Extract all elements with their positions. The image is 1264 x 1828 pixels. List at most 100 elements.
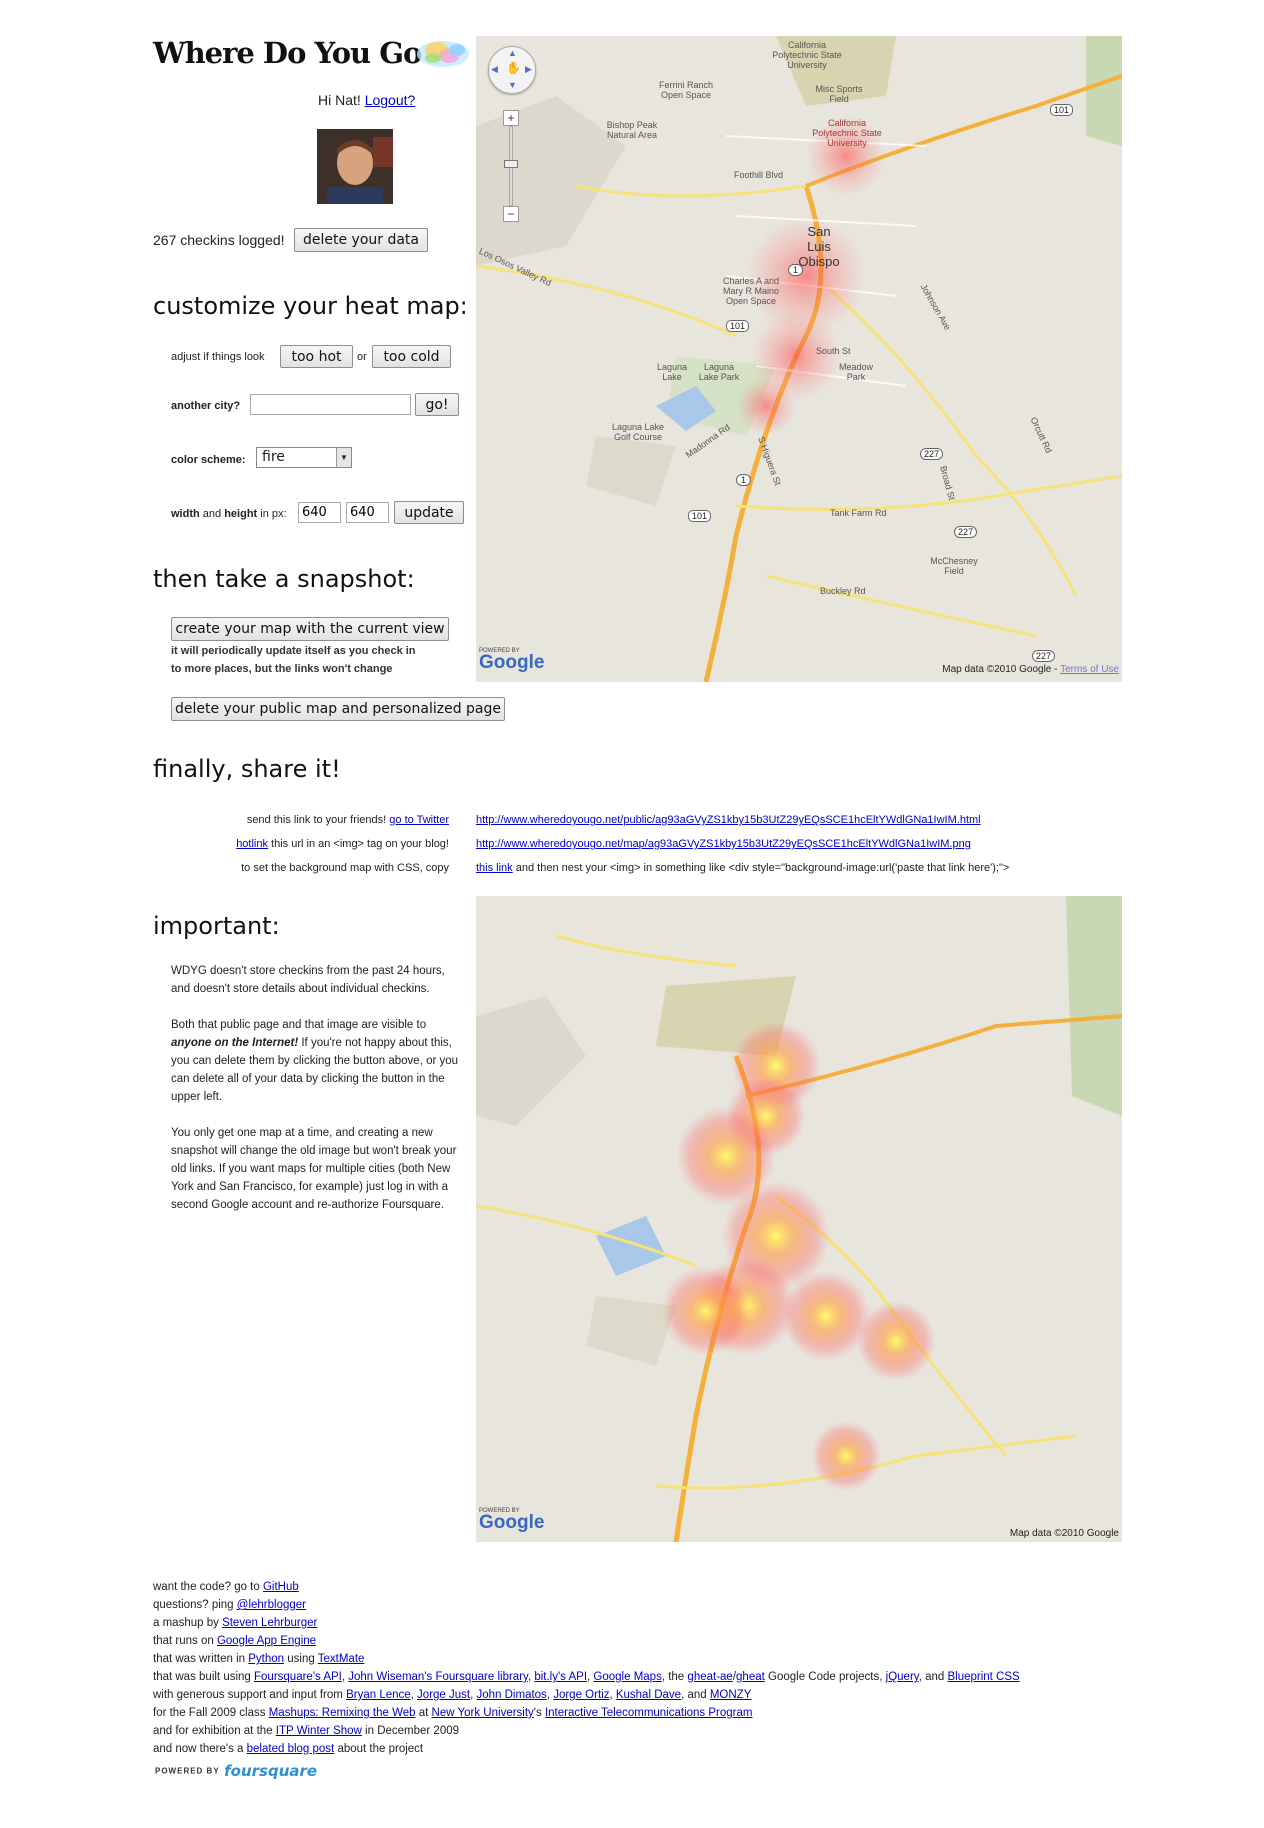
thanks-link-3[interactable]: John Dimatos <box>477 1689 547 1701</box>
snapshot-google-wordmark: Google <box>479 1512 545 1533</box>
pan-down-icon[interactable]: ▼ <box>508 80 517 90</box>
public-page-url-link[interactable]: http://www.wheredoyougo.net/public/ag93a… <box>476 814 981 826</box>
highway-shield-227-b: 227 <box>954 526 978 538</box>
terms-of-use-link[interactable]: Terms of Use <box>1060 664 1119 675</box>
pan-left-icon[interactable]: ◀ <box>491 64 498 75</box>
foursquare-library-link[interactable]: John Wiseman's Foursquare library <box>348 1671 528 1683</box>
css-instructions: this link and then nest your <img> in so… <box>476 862 1009 874</box>
footer-l5-text: that was written in <box>153 1653 246 1665</box>
checkins-count: 267 checkins logged! <box>153 232 285 248</box>
jquery-link[interactable]: jQuery <box>886 1671 919 1683</box>
class-link[interactable]: Mashups: Remixing the Web <box>269 1707 416 1719</box>
share-row-css: to set the background map with CSS, copy <box>153 862 449 874</box>
pan-right-icon[interactable]: ▶ <box>525 64 532 75</box>
share-row2-suffix: this url in an <img> tag on your blog! <box>271 838 449 850</box>
logo-blob-icon <box>417 41 469 67</box>
color-scheme-select[interactable]: fire ▼ <box>256 447 352 468</box>
delete-public-map-button[interactable]: delete your public map and personalized … <box>171 697 505 721</box>
author-link[interactable]: Steven Lehrburger <box>222 1617 317 1629</box>
city-input[interactable] <box>250 394 411 415</box>
footer-l10-suffix: about the project <box>337 1743 424 1755</box>
logout-link[interactable]: Logout? <box>365 92 416 108</box>
map-label-laguna-lake: Laguna Lake <box>656 362 688 382</box>
powered-by-label: POWERED BY <box>155 1766 220 1776</box>
footer-l9-text: and for exhibition at the <box>153 1725 273 1737</box>
highway-shield-227-c: 227 <box>1032 650 1056 662</box>
footer-l7-text: with generous support and input from <box>153 1689 343 1701</box>
bitly-api-link[interactable]: bit.ly's API <box>534 1671 587 1683</box>
map-image-url-link[interactable]: http://www.wheredoyougo.net/map/ag93aGVy… <box>476 838 971 850</box>
or-label: or <box>357 351 367 363</box>
adjust-label: adjust if things look <box>171 351 265 363</box>
nyu-link[interactable]: New York University <box>432 1707 534 1719</box>
adjust-row: adjust if things look <box>171 351 265 363</box>
color-scheme-value: fire <box>262 449 285 465</box>
map-label-misc-sports: Misc Sports Field <box>815 84 863 104</box>
heat-map-snapshot: POWERED BY Google Map data ©2010 Google <box>476 896 1122 1542</box>
blog-post-link[interactable]: belated blog post <box>247 1743 335 1755</box>
thanks-link-1[interactable]: Bryan Lence <box>346 1689 411 1701</box>
thanks-link-6[interactable]: MONZY <box>710 1689 752 1701</box>
footer-l8-at: at <box>418 1707 429 1719</box>
footer-line-built-with: that was built using Foursquare's API, J… <box>153 1671 1020 1683</box>
map-attribution: Map data ©2010 Google - Terms of Use <box>942 664 1119 675</box>
winter-show-link[interactable]: ITP Winter Show <box>276 1725 362 1737</box>
map-attribution-text: Map data ©2010 Google - <box>942 664 1058 675</box>
twitter-link[interactable]: go to Twitter <box>389 814 449 826</box>
google-maps-link[interactable]: Google Maps <box>593 1671 661 1683</box>
textmate-link[interactable]: TextMate <box>318 1653 365 1665</box>
zoom-in-button[interactable]: + <box>503 110 519 126</box>
snapshot-heading: then take a snapshot: <box>153 565 415 593</box>
python-link[interactable]: Python <box>248 1653 284 1665</box>
zoom-slider[interactable]: + − <box>503 110 519 222</box>
thanks-link-2[interactable]: Jorge Just <box>417 1689 470 1701</box>
footer-l7-and: and <box>687 1689 707 1701</box>
map-canvas[interactable] <box>476 36 1122 682</box>
map-label-south-st: South St <box>816 346 851 356</box>
highway-shield-101-b: 101 <box>726 320 750 332</box>
width-input[interactable] <box>298 502 341 523</box>
height-input[interactable] <box>346 502 389 523</box>
footer-l3-text: a mashup by <box>153 1617 219 1629</box>
map-label-cal-poly: California Polytechnic State University <box>812 118 882 148</box>
app-engine-link[interactable]: Google App Engine <box>217 1635 316 1647</box>
powered-by-foursquare[interactable]: POWERED BY foursquare <box>155 1762 317 1780</box>
thanks-link-5[interactable]: Kushal Dave <box>616 1689 681 1701</box>
hotlink-link[interactable]: hotlink <box>236 838 268 850</box>
twitter-handle-link[interactable]: @lehrblogger <box>237 1599 306 1611</box>
footer-line-questions: questions? ping @lehrblogger <box>153 1599 306 1611</box>
map-label-laguna-golf: Laguna Lake Golf Course <box>611 422 665 442</box>
pan-control[interactable]: ✋ ▲ ▼ ◀ ▶ <box>488 46 536 94</box>
logo[interactable]: Where Do You Go <box>153 36 483 76</box>
google-logo[interactable]: POWERED BY Google <box>479 648 544 672</box>
map-label-ferrini: Ferrini Ranch Open Space <box>658 80 714 100</box>
size-px-word: in px: <box>260 508 287 520</box>
too-cold-button[interactable]: too cold <box>372 345 451 368</box>
foursquare-api-link[interactable]: Foursquare's API <box>254 1671 342 1683</box>
snapshot-note-line2: to more places, but the links won't chan… <box>171 663 393 675</box>
pan-up-icon[interactable]: ▲ <box>508 48 517 58</box>
create-map-button[interactable]: create your map with the current view <box>171 617 449 641</box>
size-width-word: width <box>171 508 200 520</box>
thanks-link-4[interactable]: Jorge Ortiz <box>553 1689 609 1701</box>
too-hot-button[interactable]: too hot <box>280 345 353 368</box>
blueprint-link[interactable]: Blueprint CSS <box>947 1671 1019 1683</box>
zoom-out-button[interactable]: − <box>503 206 519 222</box>
gheat-ae-link[interactable]: gheat-ae <box>687 1671 732 1683</box>
this-link[interactable]: this link <box>476 862 513 874</box>
size-height-word: height <box>224 508 258 520</box>
share-row1-prefix: send this link to your friends! <box>246 814 387 826</box>
map-label-san-luis: San Luis Obispo <box>798 224 840 269</box>
footer-l8-text: for the Fall 2009 class <box>153 1707 266 1719</box>
gheat-link[interactable]: gheat <box>736 1671 765 1683</box>
delete-data-button[interactable]: delete your data <box>294 228 428 252</box>
footer-l9-suffix: in December 2009 <box>365 1725 460 1737</box>
update-button[interactable]: update <box>394 501 464 524</box>
map-label-foothill: Foothill Blvd <box>734 170 784 180</box>
go-button[interactable]: go! <box>415 393 459 416</box>
itp-link[interactable]: Interactive Telecommunications Program <box>545 1707 753 1719</box>
foursquare-logo: foursquare <box>224 1762 318 1780</box>
heat-map-preview[interactable]: California Polytechnic State University … <box>476 36 1122 682</box>
zoom-handle[interactable] <box>504 160 518 168</box>
github-link[interactable]: GitHub <box>263 1581 299 1593</box>
